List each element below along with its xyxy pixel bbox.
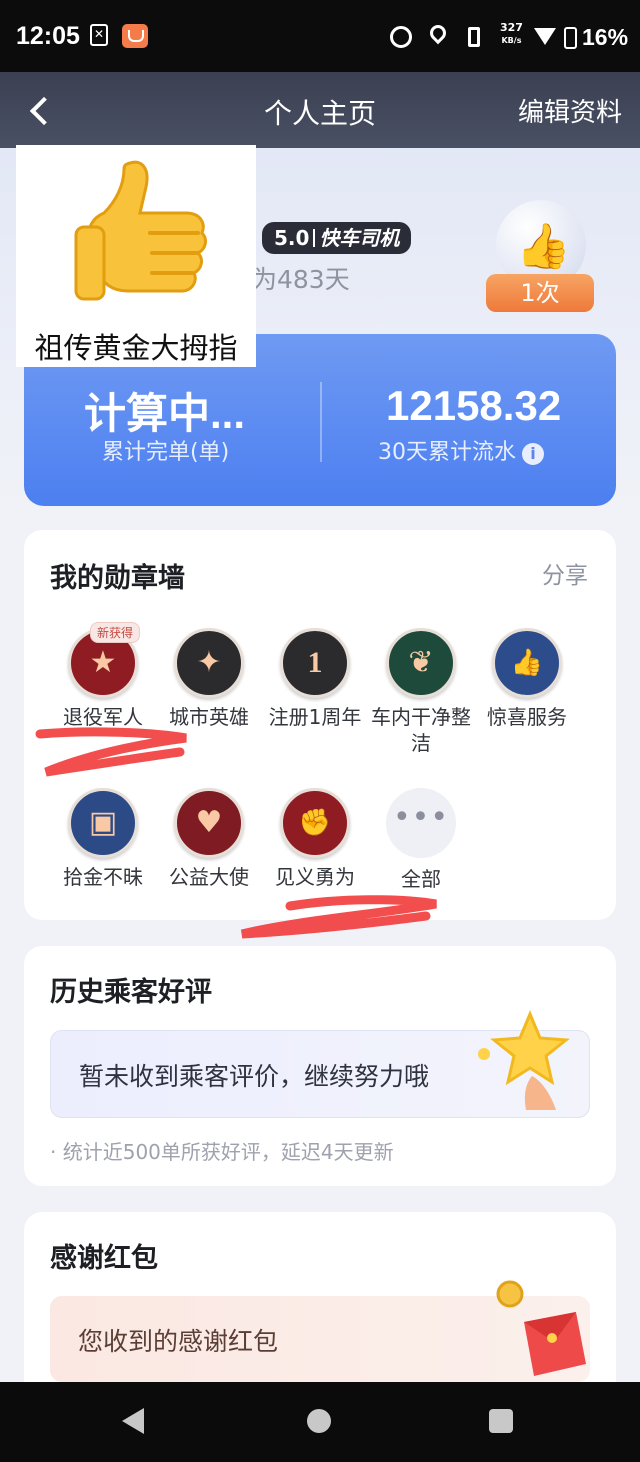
medal-circle: ✊ xyxy=(280,788,350,858)
location-icon xyxy=(426,21,450,45)
medal-name: 惊喜服务 xyxy=(487,705,567,729)
notification-close-icon: ✕ xyxy=(90,24,108,46)
medal-item[interactable]: ★ 新获得 退役军人 xyxy=(50,622,156,730)
new-tag: 新获得 xyxy=(90,622,141,643)
reviews-title: 历史乘客好评 xyxy=(50,977,212,1008)
medal-circle: ♥ xyxy=(174,788,244,858)
medal-name: 注册1周年 xyxy=(268,705,362,729)
status-bar: 12:05 ✕ 327 KB/s 16% xyxy=(0,0,640,72)
reviews-card: 历史乘客好评 暂未收到乘客评价，继续努力哦 · 统计近500单所获好评，延迟4天… xyxy=(24,946,616,1186)
more-dots-icon: ••• xyxy=(386,788,456,858)
medal-name: 全部 xyxy=(401,867,441,891)
orders-value: 计算中... xyxy=(84,390,246,437)
flow-label: 30天累计流水 xyxy=(378,440,516,465)
strong-arm-icon: ✊ xyxy=(298,808,332,838)
home-circle-icon[interactable] xyxy=(307,1409,331,1433)
medal-wall-title: 我的勋章墙 xyxy=(50,563,185,594)
reviews-note: · 统计近500单所获好评，延迟4天更新 xyxy=(50,1140,394,1164)
medal-circle: ▣ xyxy=(68,788,138,858)
red-scribble-mark xyxy=(35,727,187,777)
medal-circle: ❦ xyxy=(386,628,456,698)
battery-percent: 16% xyxy=(582,24,629,50)
view-all-medals-button[interactable]: ••• 全部 xyxy=(368,788,474,892)
rating-value: 5.0 xyxy=(274,226,310,250)
medal-item[interactable]: 👍 惊喜服务 xyxy=(474,628,580,730)
medal-item[interactable]: ✦ 城市英雄 xyxy=(156,628,262,730)
app-notification-icon xyxy=(122,24,148,48)
network-speed-unit: KB/s xyxy=(501,36,522,45)
wallet-icon: ▣ xyxy=(88,805,118,840)
network-speed: 327 KB/s xyxy=(500,22,523,47)
reviews-empty-text: 暂未收到乘客评价，继续努力哦 xyxy=(79,1062,430,1091)
info-icon[interactable]: i xyxy=(522,443,544,465)
stats-divider xyxy=(320,382,322,462)
recent-apps-square-icon[interactable] xyxy=(489,1409,513,1433)
medal-item[interactable]: ♥ 公益大使 xyxy=(156,788,262,890)
medal-circle: 1 xyxy=(280,628,350,698)
medal-item[interactable]: 1 注册1周年 xyxy=(262,628,368,730)
leaf-icon: ❦ xyxy=(408,645,434,680)
medal-item[interactable]: ✊ 见义勇为 xyxy=(262,788,368,890)
like-badge[interactable]: 👍 1次 xyxy=(486,200,596,312)
heart-icon: ♥ xyxy=(195,805,223,840)
thumbs-up-icon: 👍 xyxy=(510,648,544,678)
hongbao-box-text: 您收到的感谢红包 xyxy=(78,1327,279,1356)
alarm-icon xyxy=(390,26,412,48)
red-envelope-icon xyxy=(496,1280,586,1376)
red-scribble-mark xyxy=(240,895,437,939)
number-one-icon: 1 xyxy=(307,646,323,679)
driver-role: 快车司机 xyxy=(319,226,400,250)
flow-label-row: 30天累计流水 i xyxy=(378,434,544,466)
medal-name: 见义勇为 xyxy=(275,865,355,889)
service-days: 为483天 xyxy=(252,265,350,294)
vibrate-icon xyxy=(468,27,480,47)
battery-icon xyxy=(564,27,577,49)
hongbao-title: 感谢红包 xyxy=(50,1243,158,1274)
meme-caption: 祖传黄金大拇指 xyxy=(34,331,238,365)
orders-label: 累计完单(单) xyxy=(102,440,230,465)
network-speed-value: 327 xyxy=(500,21,523,34)
rating-badge: 5.0 快车司机 xyxy=(262,222,412,254)
medal-name: 拾金不昧 xyxy=(63,865,143,889)
thumbs-up-icon: 👍 xyxy=(516,221,571,272)
medal-item[interactable]: ❦ 车内干净整洁 xyxy=(368,628,474,756)
back-triangle-icon[interactable] xyxy=(122,1408,144,1434)
rating-divider xyxy=(313,229,316,247)
system-nav-bar xyxy=(0,1382,640,1462)
like-count: 1次 xyxy=(486,274,594,312)
wings-emblem-icon: ✦ xyxy=(196,645,222,680)
status-time: 12:05 xyxy=(16,22,80,50)
medal-item[interactable]: ▣ 拾金不昧 xyxy=(50,788,156,890)
page-header: 个人主页 编辑资料 xyxy=(0,72,640,148)
wifi-icon xyxy=(534,28,556,45)
medal-circle: ✦ xyxy=(174,628,244,698)
medal-name: 车内干净整洁 xyxy=(371,705,471,755)
flow-value: 12158.32 xyxy=(386,382,562,429)
medal-circle: 👍 xyxy=(492,628,562,698)
edit-profile-button[interactable]: 编辑资料 xyxy=(518,92,622,129)
meme-overlay: 祖传黄金大拇指 xyxy=(16,145,256,367)
star-hand-icon xyxy=(478,1010,570,1110)
medal-name: 公益大使 xyxy=(169,865,249,889)
share-button[interactable]: 分享 xyxy=(542,556,588,590)
thumbs-up-emoji-icon xyxy=(74,160,207,301)
